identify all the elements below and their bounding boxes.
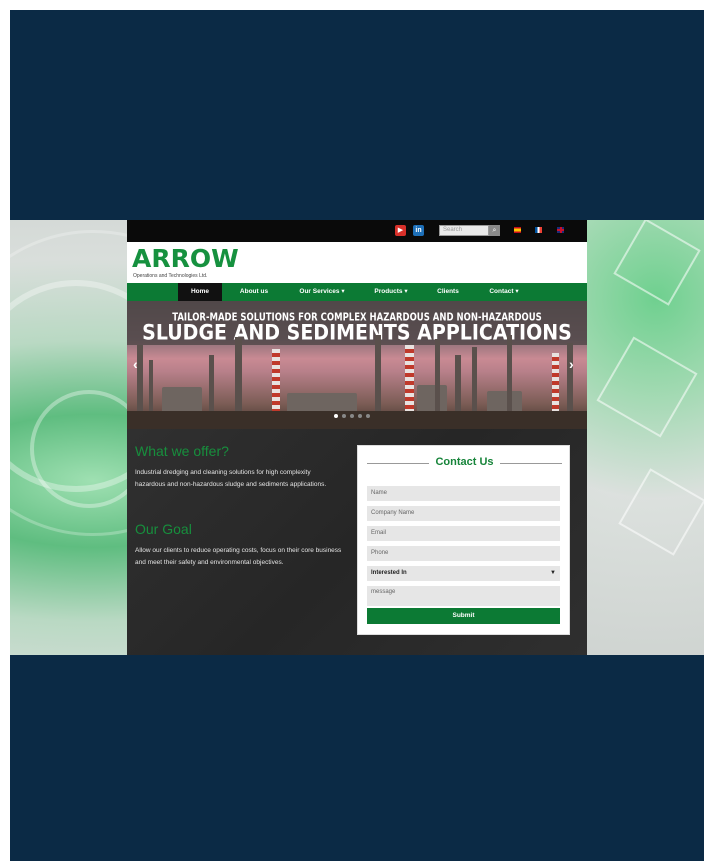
nav-item-contact[interactable]: Contact ▾ [479, 283, 529, 301]
red-white-chimney [552, 353, 559, 415]
uk-flag-icon[interactable] [557, 227, 564, 233]
nav-item-products[interactable]: Products ▾ [365, 283, 417, 301]
divider [367, 463, 429, 464]
top-frame [10, 10, 704, 220]
what-we-offer-text: Industrial dredging and cleaning solutio… [135, 469, 327, 488]
phone-field[interactable]: Phone [367, 546, 560, 561]
logo-subtitle: Operations and Technologies Ltd. [133, 273, 208, 279]
slider-dot[interactable] [350, 414, 354, 418]
refinery-tower [235, 337, 242, 415]
slider-next-button[interactable]: › [569, 356, 574, 372]
hero-title: SLUDGE AND SEDIMENTS APPLICATIONS [142, 320, 572, 346]
our-goal-heading: Our Goal [135, 521, 192, 537]
bottom-frame [10, 655, 704, 861]
website-screenshot: ▶ in Search ⌕ ARROW Operations and Techn… [127, 220, 587, 655]
contact-form: Contact Us Name Company Name Email Phone… [357, 445, 570, 635]
refinery-tower [507, 335, 512, 415]
chevron-down-icon: ▼ [550, 570, 556, 576]
youtube-icon[interactable]: ▶ [395, 225, 406, 236]
nav-item-home[interactable]: Home [178, 283, 222, 301]
contact-form-title: Contact Us [358, 456, 571, 468]
red-white-chimney [272, 349, 280, 415]
red-white-chimney [405, 345, 414, 415]
main-navigation: Home About us Our Services ▾ Products ▾ … [127, 283, 587, 301]
slider-prev-button[interactable]: ‹ [133, 356, 138, 372]
spanish-flag-icon[interactable] [514, 227, 521, 233]
slider-dot[interactable] [342, 414, 346, 418]
nav-item-about-us[interactable]: About us [229, 283, 279, 301]
linkedin-icon[interactable]: in [413, 225, 424, 236]
nav-item-clients[interactable]: Clients [427, 283, 469, 301]
search-icon[interactable]: ⌕ [489, 225, 500, 236]
logo[interactable]: ARROW [132, 245, 239, 273]
interested-in-label: Interested In [371, 570, 407, 576]
email-field[interactable]: Email [367, 526, 560, 541]
company-name-field[interactable]: Company Name [367, 506, 560, 521]
refinery-tower [567, 343, 573, 415]
content-section: What we offer? Industrial dredging and c… [127, 429, 587, 655]
search-input[interactable]: Search [439, 225, 489, 236]
refinery-tower [455, 355, 461, 415]
refinery-tower [149, 360, 153, 415]
french-flag-icon[interactable] [535, 227, 542, 233]
message-field[interactable]: message [367, 586, 560, 606]
slider-dot[interactable] [358, 414, 362, 418]
divider [500, 463, 562, 464]
our-goal-text: Allow our clients to reduce operating co… [135, 547, 342, 566]
nav-item-our-services[interactable]: Our Services ▾ [287, 283, 357, 301]
slider-dot[interactable] [366, 414, 370, 418]
interested-in-select[interactable]: Interested In ▼ [367, 566, 560, 581]
refinery-tower [209, 355, 214, 415]
site-header: ARROW Operations and Technologies Ltd. [127, 242, 587, 283]
contact-form-title-text: Contact Us [435, 456, 494, 468]
refinery-tower [472, 347, 477, 415]
what-we-offer-heading: What we offer? [135, 443, 229, 459]
submit-button[interactable]: Submit [367, 608, 560, 624]
refinery-tower [435, 339, 440, 415]
refinery-tower [375, 335, 381, 415]
name-field[interactable]: Name [367, 486, 560, 501]
slider-dots [332, 405, 372, 423]
slider-dot[interactable] [334, 414, 338, 418]
hero-slider: TAILOR-MADE SOLUTIONS FOR COMPLEX HAZARD… [127, 301, 587, 429]
top-bar: ▶ in Search ⌕ [127, 220, 587, 242]
